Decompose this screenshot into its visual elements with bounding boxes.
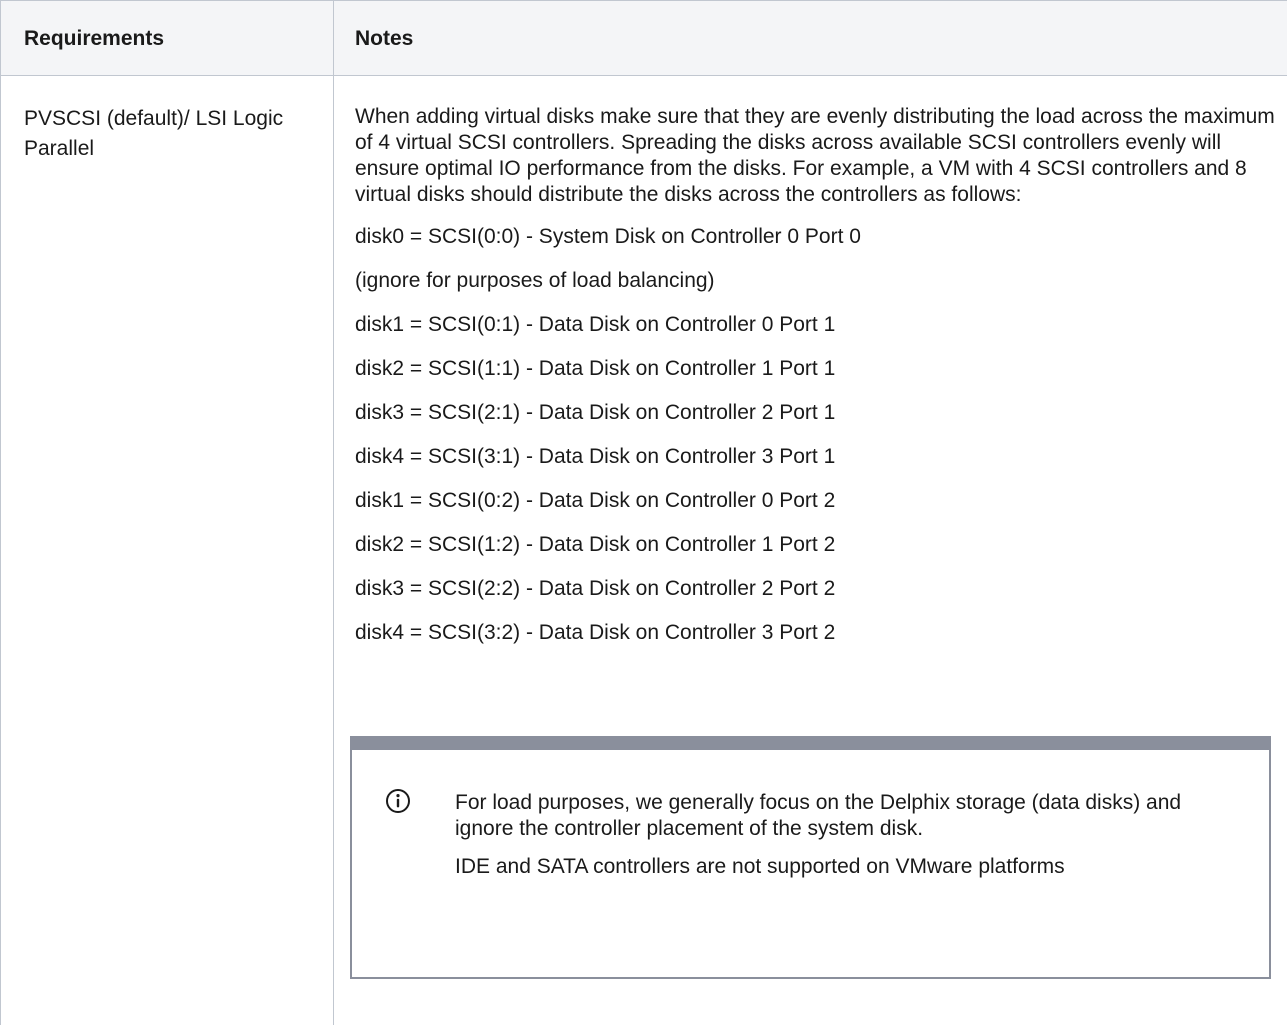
list-item: disk0 = SCSI(0:0) - System Disk on Contr…	[355, 225, 861, 248]
list-item: disk4 = SCSI(3:1) - Data Disk on Control…	[355, 445, 836, 468]
notes-cell: When adding virtual disks make sure that…	[355, 104, 1275, 655]
disk-assignment-list: disk0 = SCSI(0:0) - System Disk on Contr…	[355, 215, 1275, 655]
requirement-cell: PVSCSI (default)/ LSI Logic Parallel	[24, 107, 284, 160]
info-paragraph: For load purposes, we generally focus on…	[455, 791, 1182, 840]
notes-intro-paragraph: When adding virtual disks make sure that…	[355, 105, 1275, 206]
info-panel: For load purposes, we generally focus on…	[350, 736, 1271, 979]
info-paragraph: IDE and SATA controllers are not support…	[455, 855, 1065, 878]
table-header-row: Requirements Notes	[0, 0, 1287, 76]
list-item: disk3 = SCSI(2:2) - Data Disk on Control…	[355, 577, 836, 600]
list-item: disk1 = SCSI(0:1) - Data Disk on Control…	[355, 313, 836, 336]
list-item: disk2 = SCSI(1:1) - Data Disk on Control…	[355, 357, 836, 380]
requirements-table: Requirements Notes PVSCSI (default)/ LSI…	[0, 0, 1287, 1025]
list-item: disk4 = SCSI(3:2) - Data Disk on Control…	[355, 621, 836, 644]
list-item: disk1 = SCSI(0:2) - Data Disk on Control…	[355, 489, 836, 512]
info-icon	[386, 789, 410, 813]
column-divider	[333, 0, 334, 1025]
list-item: disk3 = SCSI(2:1) - Data Disk on Control…	[355, 401, 836, 424]
table-left-border	[0, 0, 1, 1025]
list-item: (ignore for purposes of load balancing)	[355, 269, 715, 292]
notes-column-header: Notes	[355, 27, 414, 50]
requirements-column-header: Requirements	[24, 27, 165, 50]
list-item: disk2 = SCSI(1:2) - Data Disk on Control…	[355, 533, 836, 556]
info-panel-text: For load purposes, we generally focus on…	[455, 790, 1245, 880]
